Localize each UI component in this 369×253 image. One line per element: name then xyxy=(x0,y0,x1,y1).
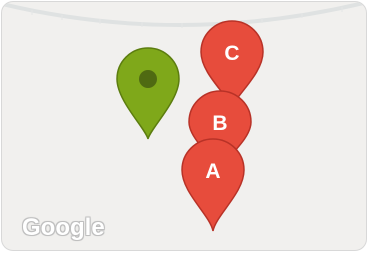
marker-label: B xyxy=(212,112,227,135)
road-line xyxy=(2,2,366,27)
map-pin-icon xyxy=(181,138,245,232)
marker-a[interactable]: A xyxy=(181,138,245,232)
marker-label: A xyxy=(205,160,220,183)
marker-label: C xyxy=(224,42,239,65)
google-logo: Google xyxy=(22,214,105,241)
pin-center-dot xyxy=(139,70,157,88)
map-view[interactable]: C B A Google xyxy=(1,1,367,251)
map-pin-icon[interactable] xyxy=(116,47,180,140)
